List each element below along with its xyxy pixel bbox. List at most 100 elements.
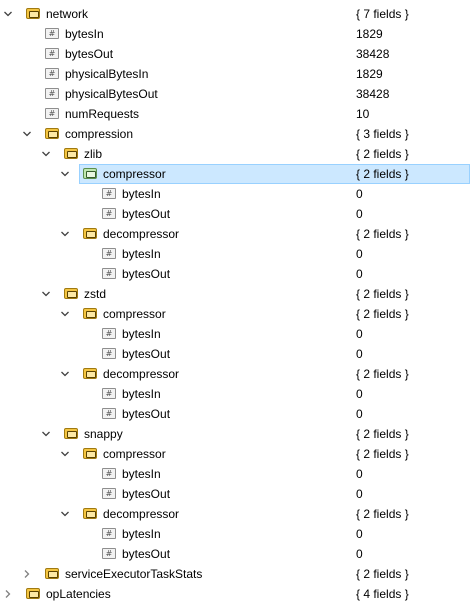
- tree-node-object[interactable]: zlib { 2 fields }: [0, 144, 470, 164]
- tree-node-field[interactable]: # bytesOut 0: [0, 404, 470, 424]
- tree-node-field[interactable]: # bytesOut 0: [0, 264, 470, 284]
- chevron-right-icon[interactable]: [21, 568, 33, 580]
- node-key: bytesOut: [122, 207, 171, 221]
- node-key: bytesIn: [122, 327, 161, 341]
- node-key: zlib: [84, 147, 103, 161]
- number-icon: #: [102, 408, 116, 419]
- tree-node-field[interactable]: # bytesIn 0: [0, 244, 470, 264]
- tree-node-object[interactable]: compressor { 2 fields }: [0, 444, 470, 464]
- tree-node-field[interactable]: # bytesIn 0: [0, 464, 470, 484]
- object-icon: [64, 288, 78, 299]
- tree-node-object[interactable]: zstd { 2 fields }: [0, 284, 470, 304]
- node-key: bytesOut: [122, 487, 171, 501]
- object-icon: [45, 568, 59, 579]
- object-icon: [83, 308, 97, 319]
- tree-node-object[interactable]: snappy { 2 fields }: [0, 424, 470, 444]
- chevron-down-icon[interactable]: [40, 288, 52, 300]
- tree-node-object[interactable]: decompressor { 2 fields }: [0, 364, 470, 384]
- node-key: bytesOut: [65, 47, 114, 61]
- object-icon: [83, 228, 97, 239]
- node-value: 0: [356, 527, 363, 541]
- object-icon: [83, 508, 97, 519]
- tree-node-field[interactable]: # numRequests 10: [0, 104, 470, 124]
- object-icon: [83, 448, 97, 459]
- node-key: compressor: [103, 447, 166, 461]
- number-icon: #: [102, 348, 116, 359]
- object-icon: [45, 128, 59, 139]
- node-value: { 3 fields }: [356, 127, 409, 141]
- tree-node-field[interactable]: # bytesOut 38428: [0, 44, 470, 64]
- node-key: bytesIn: [122, 187, 161, 201]
- chevron-down-icon[interactable]: [59, 448, 71, 460]
- chevron-down-icon[interactable]: [59, 508, 71, 520]
- tree-node-field[interactable]: # bytesIn 0: [0, 384, 470, 404]
- tree-node-object[interactable]: compressor { 2 fields }: [0, 304, 470, 324]
- node-value: 0: [356, 407, 363, 421]
- node-key: bytesOut: [122, 347, 171, 361]
- node-value: { 2 fields }: [356, 147, 409, 161]
- node-value: 0: [356, 547, 363, 561]
- node-value: { 2 fields }: [356, 567, 409, 581]
- node-key: network: [46, 7, 89, 21]
- number-icon: #: [102, 188, 116, 199]
- node-value: 0: [356, 247, 363, 261]
- tree-node-object[interactable]: network { 7 fields }: [0, 4, 470, 24]
- tree-node-field[interactable]: # physicalBytesOut 38428: [0, 84, 470, 104]
- node-value: 0: [356, 487, 363, 501]
- tree-node-field[interactable]: # bytesIn 0: [0, 184, 470, 204]
- node-key: zstd: [84, 287, 107, 301]
- chevron-down-icon[interactable]: [59, 308, 71, 320]
- node-value: { 2 fields }: [356, 507, 409, 521]
- node-key: bytesOut: [122, 547, 171, 561]
- node-key: compression: [65, 127, 134, 141]
- node-key: serviceExecutorTaskStats: [65, 567, 203, 581]
- tree-node-field[interactable]: # bytesOut 0: [0, 544, 470, 564]
- tree-node-object[interactable]: compressor { 2 fields }: [0, 164, 470, 184]
- tree-node-field[interactable]: # bytesIn 1829: [0, 24, 470, 44]
- number-icon: #: [45, 88, 59, 99]
- node-value: { 2 fields }: [356, 307, 409, 321]
- node-value: 38428: [356, 87, 390, 101]
- chevron-down-icon[interactable]: [21, 128, 33, 140]
- object-icon: [64, 148, 78, 159]
- object-icon: [26, 8, 40, 19]
- tree-node-field[interactable]: # bytesOut 0: [0, 344, 470, 364]
- node-key: physicalBytesOut: [65, 87, 158, 101]
- node-key: bytesIn: [65, 27, 104, 41]
- number-icon: #: [102, 468, 116, 479]
- number-icon: #: [45, 108, 59, 119]
- node-key: bytesOut: [122, 267, 171, 281]
- node-value: 1829: [356, 67, 383, 81]
- tree-node-object[interactable]: compression { 3 fields }: [0, 124, 470, 144]
- tree-node-field[interactable]: # bytesIn 0: [0, 324, 470, 344]
- tree-node-object[interactable]: decompressor { 2 fields }: [0, 504, 470, 524]
- tree-node-field[interactable]: # bytesOut 0: [0, 204, 470, 224]
- node-key: compressor: [103, 307, 166, 321]
- node-key: numRequests: [65, 107, 140, 121]
- chevron-down-icon[interactable]: [40, 148, 52, 160]
- tree-node-object[interactable]: opLatencies { 4 fields }: [0, 584, 470, 604]
- chevron-down-icon[interactable]: [59, 368, 71, 380]
- node-key: physicalBytesIn: [65, 67, 149, 81]
- number-icon: #: [45, 28, 59, 39]
- node-key: decompressor: [103, 367, 180, 381]
- tree-node-object[interactable]: serviceExecutorTaskStats { 2 fields }: [0, 564, 470, 584]
- tree-node-field[interactable]: # physicalBytesIn 1829: [0, 64, 470, 84]
- node-key: bytesIn: [122, 467, 161, 481]
- number-icon: #: [45, 48, 59, 59]
- chevron-right-icon[interactable]: [2, 588, 14, 600]
- chevron-down-icon[interactable]: [59, 168, 71, 180]
- node-key: decompressor: [103, 507, 180, 521]
- chevron-down-icon[interactable]: [59, 228, 71, 240]
- node-value: 0: [356, 467, 363, 481]
- node-key: bytesIn: [122, 527, 161, 541]
- node-value: 0: [356, 207, 363, 221]
- chevron-down-icon[interactable]: [2, 8, 14, 20]
- number-icon: #: [102, 248, 116, 259]
- chevron-down-icon[interactable]: [40, 428, 52, 440]
- tree-node-field[interactable]: # bytesIn 0: [0, 524, 470, 544]
- node-key: bytesIn: [122, 247, 161, 261]
- node-key: decompressor: [103, 227, 180, 241]
- tree-node-field[interactable]: # bytesOut 0: [0, 484, 470, 504]
- tree-node-object[interactable]: decompressor { 2 fields }: [0, 224, 470, 244]
